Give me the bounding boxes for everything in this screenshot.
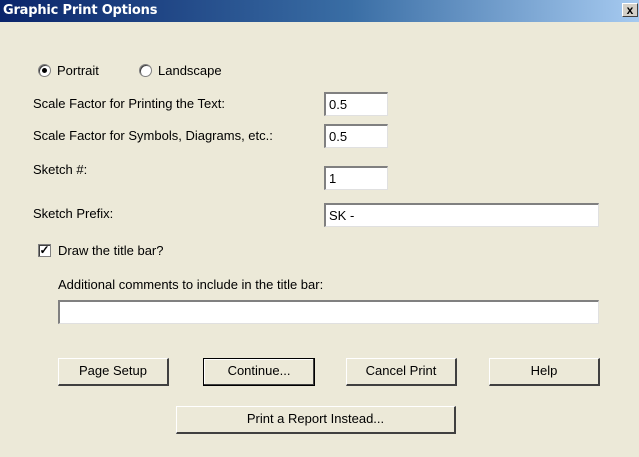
landscape-radio[interactable] bbox=[139, 64, 152, 77]
dialog-body: Portrait Landscape Scale Factor for Prin… bbox=[0, 22, 639, 457]
sketch-number-label: Sketch #: bbox=[33, 162, 88, 177]
cancel-print-button[interactable]: Cancel Print bbox=[346, 358, 457, 386]
portrait-radio[interactable] bbox=[38, 64, 51, 77]
draw-title-bar-checkbox[interactable]: ✓ bbox=[38, 244, 51, 257]
comments-input[interactable] bbox=[58, 300, 599, 324]
sketch-prefix-input[interactable] bbox=[324, 203, 599, 227]
continue-button[interactable]: Continue... bbox=[203, 358, 315, 386]
page-setup-button[interactable]: Page Setup bbox=[58, 358, 169, 386]
draw-title-bar-label[interactable]: Draw the title bar? bbox=[58, 243, 164, 258]
title-bar[interactable]: Graphic Print Options x bbox=[0, 0, 639, 22]
scale-symbols-label: Scale Factor for Symbols, Diagrams, etc.… bbox=[33, 128, 273, 143]
close-button[interactable]: x bbox=[622, 3, 638, 17]
sketch-number-input[interactable] bbox=[324, 166, 388, 190]
help-button[interactable]: Help bbox=[489, 358, 600, 386]
scale-text-label: Scale Factor for Printing the Text: bbox=[33, 96, 225, 111]
sketch-prefix-label: Sketch Prefix: bbox=[33, 206, 114, 221]
scale-symbols-input[interactable] bbox=[324, 124, 388, 148]
window-title: Graphic Print Options bbox=[3, 3, 158, 18]
checkmark-icon: ✓ bbox=[39, 243, 50, 257]
portrait-label[interactable]: Portrait bbox=[57, 63, 99, 78]
scale-text-input[interactable] bbox=[324, 92, 388, 116]
print-report-button[interactable]: Print a Report Instead... bbox=[176, 406, 456, 434]
close-icon: x bbox=[626, 3, 634, 17]
landscape-label[interactable]: Landscape bbox=[158, 63, 222, 78]
comments-label: Additional comments to include in the ti… bbox=[58, 277, 324, 292]
radio-selected-dot bbox=[42, 68, 47, 73]
